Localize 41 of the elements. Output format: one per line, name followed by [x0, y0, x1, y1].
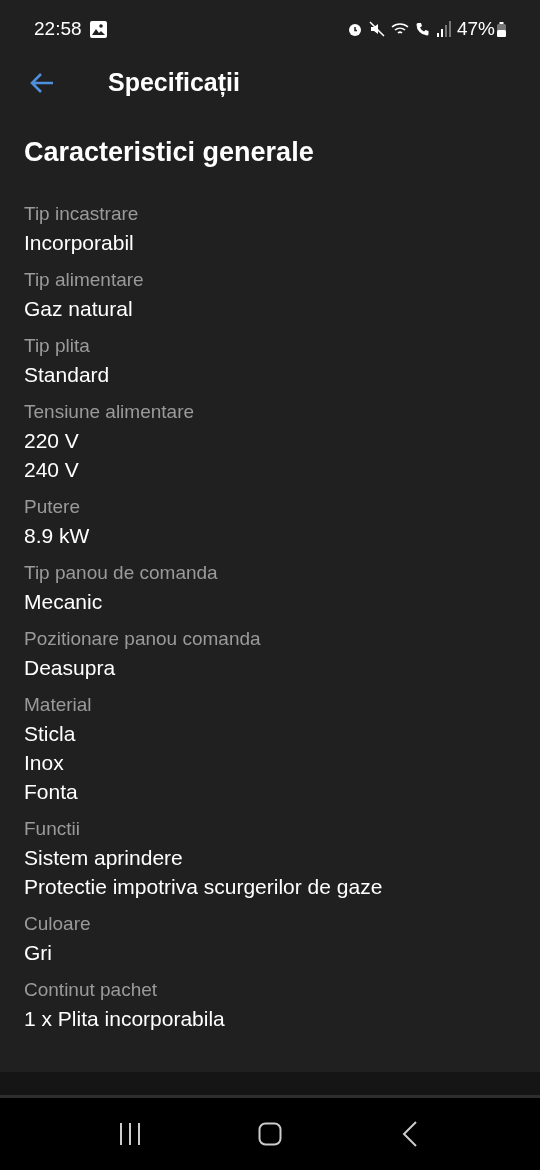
spec-value: 240 V [24, 457, 80, 483]
back-chevron-icon [402, 1121, 418, 1147]
spec-label: Culoare [24, 912, 92, 936]
spec-label: Tip plita [24, 334, 91, 358]
spec-label: Functii [24, 817, 81, 841]
call-icon [414, 21, 431, 37]
spec-value: Gri [24, 940, 53, 966]
battery-icon [497, 21, 506, 37]
recent-apps-icon [118, 1122, 142, 1146]
back-arrow-icon [29, 72, 55, 94]
home-icon [258, 1122, 282, 1146]
battery-percent: 47% [456, 16, 495, 41]
spec-value: Incorporabil [24, 230, 135, 256]
signal-icon [436, 21, 451, 37]
spec-value: Deasupra [24, 655, 117, 681]
spec-value: Protectie impotriva scurgerilor de gaze [24, 874, 384, 900]
spec-value: 1 x Plita incorporabila [24, 1006, 226, 1032]
wifi-icon [390, 21, 411, 37]
spec-value: Fonta [24, 779, 79, 805]
spec-value: Mecanic [24, 589, 104, 615]
spec-label: Tip alimentare [24, 268, 145, 292]
image-icon [89, 20, 107, 38]
spec-value: Standard [24, 362, 111, 388]
spec-label: Material [24, 693, 93, 717]
page-title: Specificații [108, 67, 240, 99]
spec-label: Tip panou de comanda [24, 561, 219, 585]
spec-label: Tip incastrare [24, 202, 140, 226]
spec-value: Sistem aprindere [24, 845, 184, 871]
mute-icon [368, 21, 385, 37]
status-time: 22:58 [34, 16, 82, 41]
spec-value: 8.9 kW [24, 523, 91, 549]
spec-value: 220 V [24, 428, 80, 454]
spec-value: Inox [24, 750, 65, 776]
spec-value: Sticla [24, 721, 77, 747]
spec-label: Tensiune alimentare [24, 400, 196, 424]
section-title: Caracteristici generale [24, 136, 315, 169]
spec-value: Gaz natural [24, 296, 134, 322]
spec-label: Pozitionare panou comanda [24, 627, 262, 651]
spec-label: Putere [24, 495, 81, 519]
spec-label: Continut pachet [24, 978, 159, 1002]
alarm-icon [346, 21, 363, 37]
